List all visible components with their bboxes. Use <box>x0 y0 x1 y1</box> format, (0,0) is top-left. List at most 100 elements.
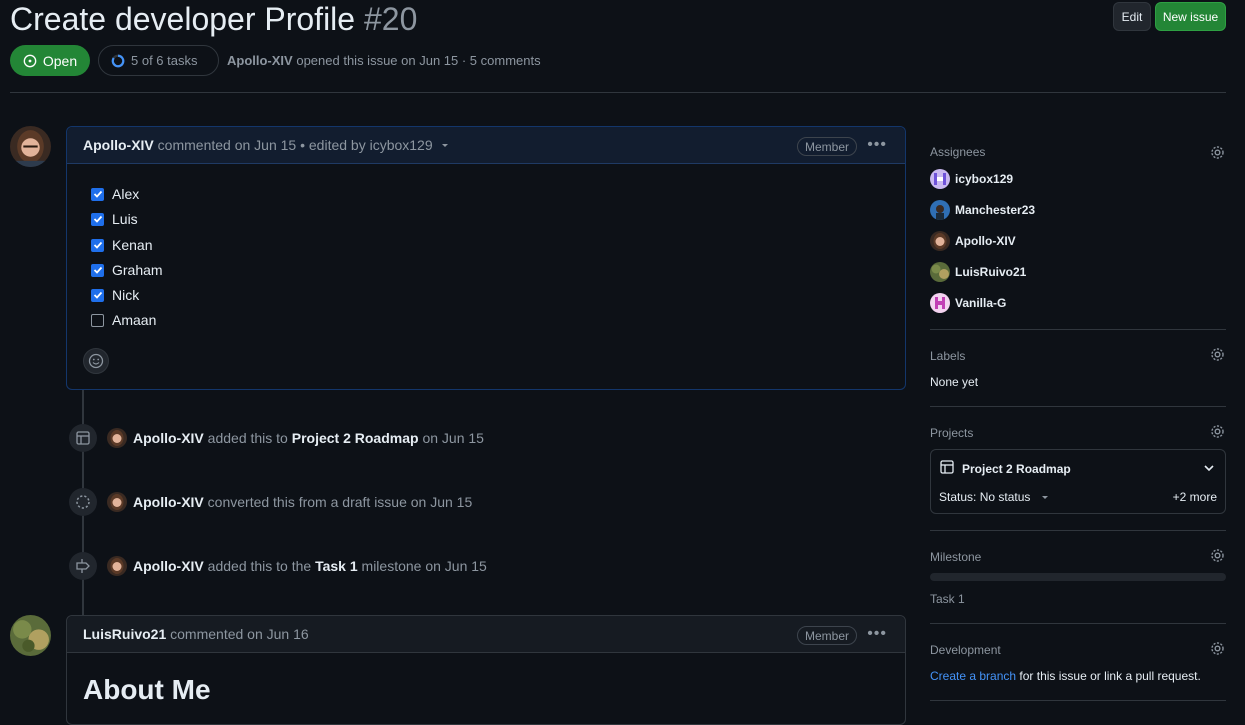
avatar-luis-icon <box>10 615 51 656</box>
labels-value: None yet <box>930 375 979 389</box>
kebab-menu-icon[interactable]: ••• <box>867 625 887 643</box>
comment-meta[interactable]: commented on Jun 15 • edited by icybox12… <box>158 137 433 153</box>
assignee-item[interactable]: Vanilla-G <box>930 293 1006 313</box>
assignee-item[interactable]: icybox129 <box>930 169 1013 189</box>
event-actor[interactable]: Apollo-XIV <box>133 430 204 446</box>
milestone-name[interactable]: Task 1 <box>930 592 965 606</box>
project-name[interactable]: Project 2 Roadmap <box>962 462 1071 476</box>
project-card: Project 2 Roadmap Status: No status +2 m… <box>930 449 1226 514</box>
task-item[interactable]: Luis <box>91 211 138 227</box>
development-label[interactable]: Development <box>930 643 1001 657</box>
issue-meta-text: opened this issue on Jun 15 · 5 comments <box>296 53 541 68</box>
sidebar-divider <box>930 700 1226 701</box>
issue-open-icon <box>23 54 37 67</box>
header-divider <box>10 92 1226 93</box>
issue-meta: Apollo-XIV opened this issue on Jun 15 ·… <box>227 53 541 68</box>
edit-button[interactable]: Edit <box>1113 2 1151 31</box>
assignee-name: LuisRuivo21 <box>955 265 1027 279</box>
timeline-event: Apollo-XIV added this to Project 2 Roadm… <box>69 424 484 452</box>
event-date[interactable]: milestone on Jun 15 <box>362 558 487 574</box>
checkbox-checked-icon[interactable] <box>91 187 104 201</box>
timeline-event: Apollo-XIV added this to the Task 1 mile… <box>69 552 487 580</box>
table-icon <box>69 424 97 452</box>
caret-down-icon <box>1042 496 1049 499</box>
event-text: added this to the <box>207 558 312 574</box>
avatar[interactable] <box>107 492 127 512</box>
draft-circle-icon <box>69 488 97 516</box>
assignee-item[interactable]: LuisRuivo21 <box>930 262 1026 282</box>
status-label: Open <box>42 52 78 69</box>
add-reaction-button[interactable] <box>83 348 109 374</box>
table-icon <box>940 460 954 474</box>
avatar <box>930 169 950 189</box>
comment-meta[interactable]: commented on Jun 16 <box>170 626 309 642</box>
task-item[interactable]: Graham <box>91 262 163 278</box>
gear-icon[interactable] <box>1209 423 1226 440</box>
comment-heading: About Me <box>83 674 211 705</box>
project-more-link[interactable]: +2 more <box>1173 490 1217 504</box>
avatar[interactable] <box>10 126 51 167</box>
task-item[interactable]: Alex <box>91 186 139 202</box>
labels-label[interactable]: Labels <box>930 349 965 363</box>
tasks-progress-text: 5 of 6 tasks <box>131 53 198 68</box>
new-issue-button[interactable]: New issue <box>1155 2 1226 31</box>
issue-body-comment: Apollo-XIV commented on Jun 15 • edited … <box>66 126 906 390</box>
checkbox-checked-icon[interactable] <box>91 238 104 252</box>
assignee-name: icybox129 <box>955 172 1014 186</box>
assignee-name: Vanilla-G <box>955 296 1007 310</box>
tasks-progress-pill[interactable]: 5 of 6 tasks <box>98 45 219 76</box>
task-label: Kenan <box>112 237 153 253</box>
project-status-dropdown[interactable]: Status: No status <box>939 490 1050 504</box>
checkbox-unchecked-icon[interactable] <box>91 313 104 327</box>
member-badge: Member <box>796 137 857 156</box>
development-text: Create a branch for this issue or link a… <box>930 669 1201 683</box>
milestone-icon <box>69 552 97 580</box>
event-date[interactable]: on Jun 15 <box>422 430 484 446</box>
sidebar-divider <box>930 406 1226 407</box>
projects-label[interactable]: Projects <box>930 426 973 440</box>
event-actor[interactable]: Apollo-XIV <box>133 494 204 510</box>
comment-author[interactable]: Apollo-XIV <box>83 137 154 153</box>
milestone-label[interactable]: Milestone <box>930 550 981 564</box>
gear-icon[interactable] <box>1209 547 1226 564</box>
task-label: Graham <box>112 262 163 278</box>
comment-author[interactable]: LuisRuivo21 <box>83 626 166 642</box>
project-status: Status: No status <box>939 490 1031 504</box>
checkbox-checked-icon[interactable] <box>91 263 104 277</box>
task-item[interactable]: Kenan <box>91 237 152 253</box>
task-label: Amaan <box>112 312 157 328</box>
chevron-down-icon[interactable] <box>439 139 451 151</box>
checkbox-checked-icon[interactable] <box>91 288 104 302</box>
avatar[interactable] <box>10 615 51 656</box>
avatar[interactable] <box>107 428 127 448</box>
create-branch-link[interactable]: Create a branch <box>930 669 1016 683</box>
author-link[interactable]: Apollo-XIV <box>227 53 293 68</box>
gear-icon[interactable] <box>1209 640 1226 657</box>
assignee-item[interactable]: Apollo-XIV <box>930 231 1016 251</box>
comment-header: LuisRuivo21 commented on Jun 16 Member •… <box>67 616 905 653</box>
kebab-menu-icon[interactable]: ••• <box>867 136 887 154</box>
sidebar-divider <box>930 530 1226 531</box>
assignees-label[interactable]: Assignees <box>930 145 985 159</box>
gear-icon[interactable] <box>1209 144 1226 161</box>
timeline-event: Apollo-XIV converted this from a draft i… <box>69 488 472 516</box>
task-label: Alex <box>112 186 140 202</box>
checkbox-checked-icon[interactable] <box>91 212 104 226</box>
avatar <box>930 200 950 220</box>
avatar-apollo-icon <box>10 126 51 167</box>
assignee-item[interactable]: Manchester23 <box>930 200 1035 220</box>
comment: LuisRuivo21 commented on Jun 16 Member •… <box>66 615 906 725</box>
event-target-link[interactable]: Task 1 <box>315 558 358 574</box>
avatar <box>930 262 950 282</box>
avatar[interactable] <box>107 556 127 576</box>
chevron-down-icon[interactable] <box>1202 461 1216 475</box>
event-text: converted this from a draft issue on Jun… <box>207 494 473 510</box>
task-item[interactable]: Amaan <box>91 312 156 328</box>
comment-header: Apollo-XIV commented on Jun 15 • edited … <box>67 127 905 164</box>
event-target-link[interactable]: Project 2 Roadmap <box>292 430 419 446</box>
event-actor[interactable]: Apollo-XIV <box>133 558 204 574</box>
development-description: for this issue or link a pull request. <box>1019 669 1201 683</box>
issue-title-text: Create developer Profile <box>10 1 356 37</box>
gear-icon[interactable] <box>1209 346 1226 363</box>
task-item[interactable]: Nick <box>91 287 139 303</box>
